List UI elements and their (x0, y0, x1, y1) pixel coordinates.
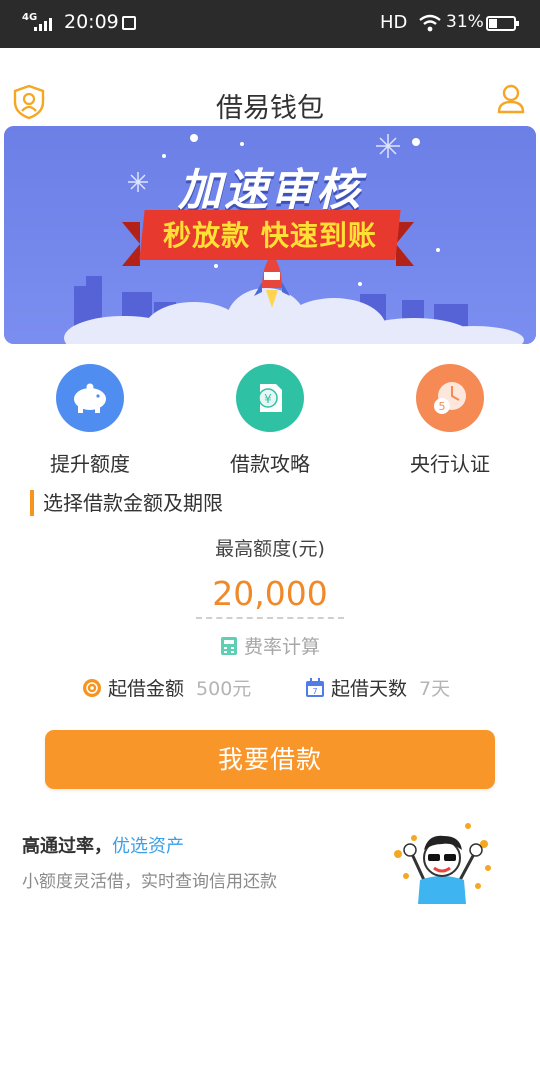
promo-headline-prefix: 高通过率， (22, 836, 112, 857)
calendar-day-label: 7 (312, 687, 317, 696)
min-days-value: 7天 (419, 678, 451, 700)
apply-loan-button[interactable]: 我要借款 (45, 730, 495, 789)
min-days-label: 起借天数 (331, 678, 408, 700)
rate-calculator-label: 费率计算 (243, 636, 320, 658)
notification-icon (122, 16, 136, 30)
signal-icon (34, 17, 52, 31)
promo-banner[interactable]: 加速审核 秒放款 快速到账 (4, 126, 536, 344)
ribbon-left-tail (122, 222, 140, 266)
section-title: 选择借款金额及期限 (30, 490, 223, 516)
mascot-illustration (394, 823, 491, 904)
feature-label: 提升额度 (50, 452, 130, 476)
banner-headline: 加速审核 (178, 165, 362, 216)
min-days-group: 7 起借天数 7天 (305, 674, 450, 701)
calculator-icon (220, 636, 237, 655)
user-profile-icon[interactable] (496, 84, 526, 114)
svg-text:5: 5 (439, 400, 446, 413)
hd-indicator: HD (380, 12, 408, 33)
feature-loan-guide[interactable]: ¥ 借款攻略 (190, 362, 350, 477)
min-amount-group: 起借金额 500元 (82, 674, 251, 701)
svg-text:¥: ¥ (264, 392, 272, 406)
feature-row: 提升额度 ¥ 借款攻略 5 央行认证 (0, 362, 540, 482)
banner-subline: 秒放款 快速到账 (163, 219, 377, 252)
wifi-icon (419, 14, 441, 32)
clock-coin-icon: 5 (416, 364, 484, 432)
feature-label: 借款攻略 (230, 452, 310, 476)
page-title: 借易钱包 (216, 93, 324, 124)
feature-label: 央行认证 (410, 452, 490, 476)
battery-icon (486, 16, 519, 31)
rate-calculator-link[interactable]: 费率计算 (0, 632, 540, 659)
promo-subtitle: 小额度灵活借，实时查询信用还款 (22, 872, 277, 892)
promo-headline[interactable]: 高通过率，优选资产 (22, 832, 184, 858)
feature-raise-limit[interactable]: 提升额度 (10, 362, 170, 477)
promo-headline-highlight[interactable]: 优选资产 (112, 836, 184, 857)
status-bar: 4G 20:09 HD 31% (0, 0, 540, 48)
ribbon-right-tail (396, 222, 414, 266)
coin-icon (83, 678, 101, 697)
loan-minimums: 起借金额 500元 7 起借天数 7天 (0, 674, 540, 702)
min-amount-label: 起借金额 (108, 678, 185, 700)
clock: 20:09 (64, 11, 119, 33)
loan-amount-input[interactable]: 20,000 (196, 574, 344, 619)
money-document-icon: ¥ (236, 364, 304, 432)
calendar-icon: 7 (306, 677, 324, 697)
min-amount-value: 500元 (196, 678, 252, 700)
feature-central-bank-cert[interactable]: 5 央行认证 (370, 362, 530, 477)
battery-percent: 31% (446, 12, 484, 32)
piggy-bank-icon (56, 364, 124, 432)
max-limit-label: 最高额度(元) (215, 538, 325, 560)
app-header: 借易钱包 (0, 48, 540, 126)
